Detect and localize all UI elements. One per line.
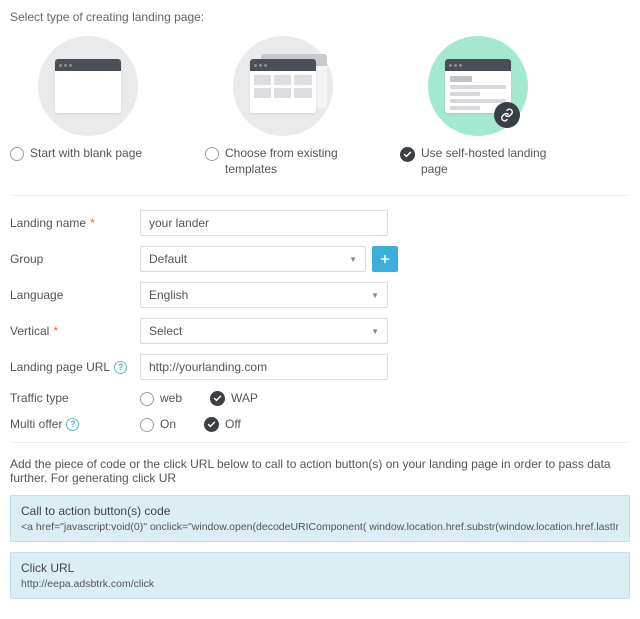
divider [10,442,630,443]
cta-code-box[interactable]: Call to action button(s) code <a href="j… [10,495,630,542]
chevron-down-icon: ▼ [371,327,379,336]
select-language[interactable]: English▼ [140,282,388,308]
link-icon [494,102,520,128]
label-traffic-type: Traffic type [10,391,140,405]
blank-page-illustration [38,36,138,136]
option-blank-label: Start with blank page [30,146,142,162]
radio-traffic-wap[interactable]: WAP [210,390,258,406]
option-selfhosted-label: Use self-hosted landing page [421,146,555,177]
radio-multi-off[interactable]: Off [204,416,241,432]
label-group: Group [10,252,140,266]
label-landing-url: Landing page URL ? [10,360,140,374]
label-multi-offer: Multi offer ? [10,417,140,431]
radio-templates[interactable] [205,147,219,161]
label-landing-name: Landing name* [10,216,140,230]
cta-code-content: <a href="javascript:void(0)" onclick="wi… [21,521,619,533]
label-vertical: Vertical* [10,324,140,338]
radio-traffic-web[interactable]: web [140,391,182,406]
select-vertical[interactable]: Select▼ [140,318,388,344]
select-group[interactable]: Default▼ [140,246,366,272]
add-group-button[interactable] [372,246,398,272]
click-url-box[interactable]: Click URL http://eepa.adsbtrk.com/click [10,552,630,599]
page-title: Select type of creating landing page: [10,10,630,24]
label-language: Language [10,288,140,302]
input-landing-url[interactable] [140,354,388,380]
divider [10,195,630,196]
chevron-down-icon: ▼ [349,255,357,264]
option-templates-label: Choose from existing templates [225,146,360,177]
instructions-text: Add the piece of code or the click URL b… [10,457,630,485]
radio-blank[interactable] [10,147,24,161]
option-selfhosted[interactable]: Use self-hosted landing page [400,36,555,177]
help-icon[interactable]: ? [66,418,79,431]
option-templates[interactable]: Choose from existing templates [205,36,360,177]
click-url-content: http://eepa.adsbtrk.com/click [21,578,619,590]
chevron-down-icon: ▼ [371,291,379,300]
input-landing-name[interactable] [140,210,388,236]
landing-type-options: Start with blank page Choose from existi… [10,36,630,177]
radio-multi-on[interactable]: On [140,417,176,432]
click-url-title: Click URL [21,561,619,575]
templates-illustration [233,36,333,136]
radio-selfhosted-checked[interactable] [400,147,415,162]
selfhosted-illustration [428,36,528,136]
option-blank-page[interactable]: Start with blank page [10,36,165,177]
help-icon[interactable]: ? [114,361,127,374]
cta-code-title: Call to action button(s) code [21,504,619,518]
